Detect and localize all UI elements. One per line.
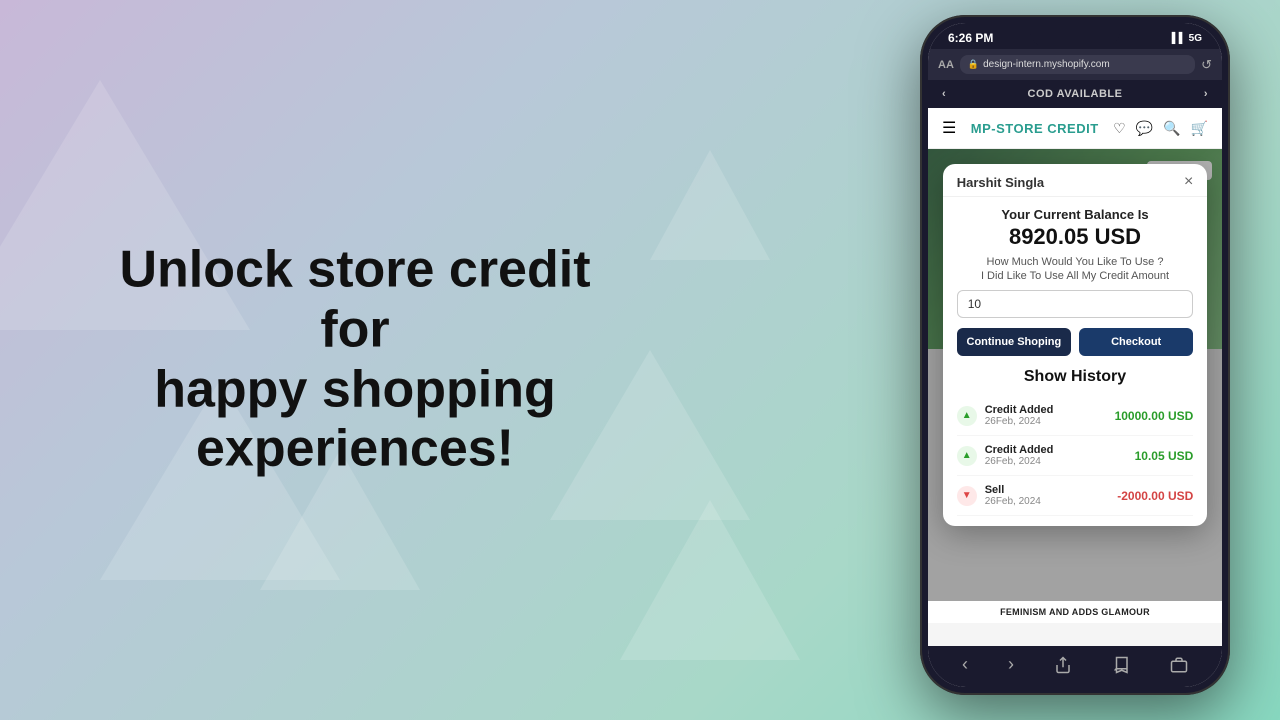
modal-user-name: Harshit Singla: [957, 175, 1044, 190]
cod-bar: ‹ COD AVAILABLE ›: [928, 80, 1222, 108]
modal-header: Harshit Singla ×: [943, 164, 1208, 197]
history-item-left: ▲ Credit Added 26Feb, 2024: [957, 404, 1054, 427]
reload-icon[interactable]: ↺: [1201, 57, 1212, 73]
cod-left-arrow[interactable]: ‹: [942, 88, 946, 100]
status-icons: ▌▌ 5G: [1172, 33, 1202, 44]
credit-up-icon: ▲: [957, 406, 977, 426]
history-label: Credit Added: [985, 404, 1054, 416]
history-date: 26Feb, 2024: [985, 416, 1054, 427]
credit-amount-input[interactable]: [957, 290, 1194, 318]
wishlist-icon[interactable]: ♡: [1113, 120, 1126, 137]
credit-modal: Harshit Singla × Your Current Balance Is…: [943, 164, 1208, 526]
history-list: ▲ Credit Added 26Feb, 2024 10000.00 USD: [957, 396, 1194, 516]
product-text: FEMINISM AND ADDS GLAMOUR: [928, 601, 1222, 623]
content-area: You Have Harshit Singla × Your Current B…: [928, 149, 1222, 623]
history-label: Credit Added: [985, 444, 1054, 456]
balance-question: How Much Would You Like To Use ?: [957, 256, 1194, 268]
modal-close-button[interactable]: ×: [1184, 174, 1193, 190]
menu-icon[interactable]: ☰: [942, 118, 956, 138]
lock-icon: 🔒: [968, 59, 979, 70]
search-icon[interactable]: 🔍: [1163, 120, 1180, 137]
phone-inner: 6:26 PM ▌▌ 5G AA 🔒 design-intern.myshopi…: [928, 23, 1222, 687]
phone-bottom-nav: ‹ ›: [928, 646, 1222, 687]
history-item: ▼ Sell 26Feb, 2024 -2000.00 USD: [957, 476, 1194, 516]
balance-title: Your Current Balance Is: [957, 207, 1194, 222]
history-date: 26Feb, 2024: [985, 496, 1041, 507]
hero-text-line1: Unlock store credit for: [119, 240, 590, 358]
nav-bookmarks-icon[interactable]: [1112, 656, 1130, 674]
store-icons: ♡ 💬 🔍 🛒: [1113, 120, 1208, 137]
history-amount: -2000.00 USD: [1117, 489, 1193, 503]
browser-url: design-intern.myshopify.com: [983, 59, 1110, 70]
hero-text-line2: happy shopping: [154, 360, 556, 418]
phone-mockup: 6:26 PM ▌▌ 5G AA 🔒 design-intern.myshopi…: [920, 15, 1230, 695]
modal-action-buttons: Continue Shoping Checkout: [957, 328, 1194, 356]
history-item: ▲ Credit Added 26Feb, 2024 10000.00 USD: [957, 396, 1194, 436]
store-header: ☰ MP-STORE CREDIT ♡ 💬 🔍 🛒: [928, 108, 1222, 149]
history-date: 26Feb, 2024: [985, 456, 1054, 467]
cart-icon[interactable]: 🛒: [1191, 120, 1208, 137]
continue-shopping-button[interactable]: Continue Shoping: [957, 328, 1071, 356]
hero-section: Unlock store credit for happy shopping e…: [80, 240, 630, 479]
checkout-button[interactable]: Checkout: [1079, 328, 1193, 356]
cod-text: COD AVAILABLE: [1028, 88, 1123, 100]
history-item-left: ▲ Credit Added 26Feb, 2024: [957, 444, 1054, 467]
history-title: Show History: [957, 368, 1194, 386]
credit-down-icon: ▼: [957, 486, 977, 506]
history-label: Sell: [985, 484, 1041, 496]
history-item-left: ▼ Sell 26Feb, 2024: [957, 484, 1041, 507]
modal-overlay: Harshit Singla × Your Current Balance Is…: [928, 149, 1222, 623]
history-amount: 10.05 USD: [1135, 449, 1194, 463]
nav-share-icon[interactable]: [1054, 656, 1072, 674]
browser-aa-label[interactable]: AA: [938, 59, 954, 71]
status-time: 6:26 PM: [948, 31, 993, 45]
hero-text-line3: experiences!: [196, 420, 514, 478]
nav-tabs-icon[interactable]: [1170, 656, 1188, 674]
hero-text: Unlock store credit for happy shopping e…: [80, 240, 630, 479]
browser-url-wrap[interactable]: 🔒 design-intern.myshopify.com: [960, 55, 1195, 74]
balance-amount: 8920.05 USD: [957, 224, 1194, 250]
browser-bar: AA 🔒 design-intern.myshopify.com ↺: [928, 49, 1222, 80]
balance-use-all: I Did Like To Use All My Credit Amount: [957, 270, 1194, 282]
nav-forward-icon[interactable]: ›: [1008, 654, 1014, 675]
history-amount: 10000.00 USD: [1115, 409, 1194, 423]
nav-back-icon[interactable]: ‹: [962, 654, 968, 675]
modal-body: Your Current Balance Is 8920.05 USD How …: [943, 197, 1208, 526]
cod-right-arrow[interactable]: ›: [1204, 88, 1208, 100]
credit-up-icon: ▲: [957, 446, 977, 466]
phone-outer: 6:26 PM ▌▌ 5G AA 🔒 design-intern.myshopi…: [920, 15, 1230, 695]
store-name: MP-STORE CREDIT: [971, 121, 1099, 136]
phone-notch: [1030, 23, 1120, 47]
history-item: ▲ Credit Added 26Feb, 2024 10.05 USD: [957, 436, 1194, 476]
whatsapp-icon[interactable]: 💬: [1136, 120, 1153, 137]
